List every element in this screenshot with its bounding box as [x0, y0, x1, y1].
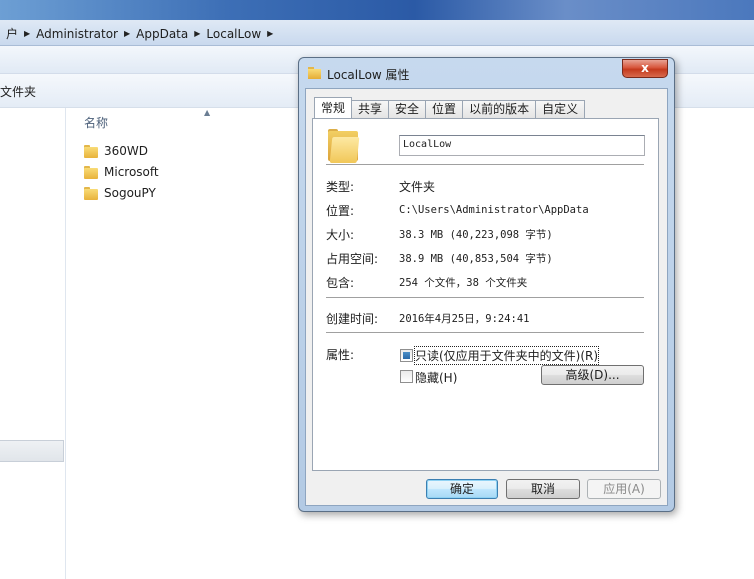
- ok-button[interactable]: 确定: [426, 479, 498, 499]
- properties-dialog: LocalLow 属性 x 常规 共享 安全 位置 以前的版本 自定义 Loca…: [298, 57, 675, 512]
- divider: [326, 297, 644, 299]
- size-label: 大小:: [326, 228, 355, 242]
- breadcrumb-separator-icon[interactable]: ▶: [267, 29, 273, 38]
- navigation-pane: [0, 108, 66, 579]
- tab-sharing[interactable]: 共享: [351, 100, 390, 118]
- location-value: C:\Users\Administrator\AppData: [399, 204, 589, 216]
- address-bar[interactable]: 户 ▶ Administrator ▶ AppData ▶ LocalLow ▶: [0, 20, 754, 46]
- list-item[interactable]: SogouPY: [84, 183, 156, 203]
- readonly-checkbox[interactable]: [400, 349, 413, 362]
- nav-selected-item[interactable]: [0, 440, 64, 462]
- column-header-name[interactable]: 名称: [84, 114, 108, 131]
- dialog-titlebar[interactable]: LocalLow 属性 x: [299, 58, 674, 88]
- list-item[interactable]: 360WD: [84, 141, 148, 161]
- attributes-label: 属性:: [326, 348, 355, 362]
- divider: [326, 332, 644, 334]
- cancel-button[interactable]: 取消: [506, 479, 580, 499]
- sort-ascending-icon: ▲: [204, 108, 211, 117]
- general-tab-panel: LocalLow 类型: 文件夹 位置: C:\Users\Administra…: [312, 118, 659, 471]
- dialog-title: LocalLow 属性: [327, 68, 410, 82]
- hidden-label[interactable]: 隐藏(H): [415, 369, 457, 386]
- breadcrumb-administrator[interactable]: Administrator: [30, 27, 124, 41]
- folder-icon: [84, 165, 98, 179]
- tab-strip: 常规 共享 安全 位置 以前的版本 自定义: [314, 97, 586, 119]
- folder-icon: [328, 129, 360, 163]
- window-titlebar: [0, 0, 754, 20]
- location-label: 位置:: [326, 204, 355, 218]
- file-name: 360WD: [104, 144, 149, 158]
- dialog-body: 常规 共享 安全 位置 以前的版本 自定义 LocalLow 类型: 文件夹 位…: [305, 88, 668, 506]
- breadcrumb-locallow[interactable]: LocalLow: [200, 27, 267, 41]
- tab-security[interactable]: 安全: [388, 100, 427, 118]
- type-value: 文件夹: [399, 180, 436, 194]
- tab-general[interactable]: 常规: [314, 97, 353, 118]
- divider: [326, 164, 644, 166]
- folder-icon: [84, 144, 98, 158]
- toolbar-new-folder-button[interactable]: 文件夹: [0, 83, 36, 100]
- tab-previous-versions[interactable]: 以前的版本: [462, 100, 537, 118]
- disk-size-value: 38.9 MB (40,853,504 字节): [399, 253, 553, 265]
- tab-location[interactable]: 位置: [425, 100, 464, 118]
- contains-label: 包含:: [326, 276, 355, 290]
- breadcrumb: 户 ▶ Administrator ▶ AppData ▶ LocalLow ▶: [0, 25, 273, 42]
- contains-value: 254 个文件，38 个文件夹: [399, 277, 528, 289]
- size-value: 38.3 MB (40,223,098 字节): [399, 229, 553, 241]
- folder-icon: [308, 67, 321, 79]
- close-button[interactable]: x: [622, 59, 668, 78]
- list-item[interactable]: Microsoft: [84, 162, 159, 182]
- hidden-checkbox[interactable]: [400, 370, 413, 383]
- breadcrumb-appdata[interactable]: AppData: [130, 27, 194, 41]
- file-list-header: 名称 ▲: [76, 108, 298, 132]
- disk-size-label: 占用空间:: [326, 252, 379, 266]
- breadcrumb-user[interactable]: 户: [0, 25, 24, 42]
- apply-button[interactable]: 应用(A): [587, 479, 661, 499]
- type-label: 类型:: [326, 180, 355, 194]
- folder-icon: [84, 186, 98, 200]
- file-name: Microsoft: [104, 165, 159, 179]
- tab-customize[interactable]: 自定义: [535, 100, 586, 118]
- created-label: 创建时间:: [326, 312, 379, 326]
- folder-name-field[interactable]: LocalLow: [399, 135, 645, 156]
- file-name: SogouPY: [104, 186, 156, 200]
- created-value: 2016年4月25日，9:24:41: [399, 313, 530, 325]
- readonly-label[interactable]: 只读(仅应用于文件夹中的文件)(R): [413, 346, 600, 365]
- advanced-button[interactable]: 高级(D)...: [541, 365, 644, 385]
